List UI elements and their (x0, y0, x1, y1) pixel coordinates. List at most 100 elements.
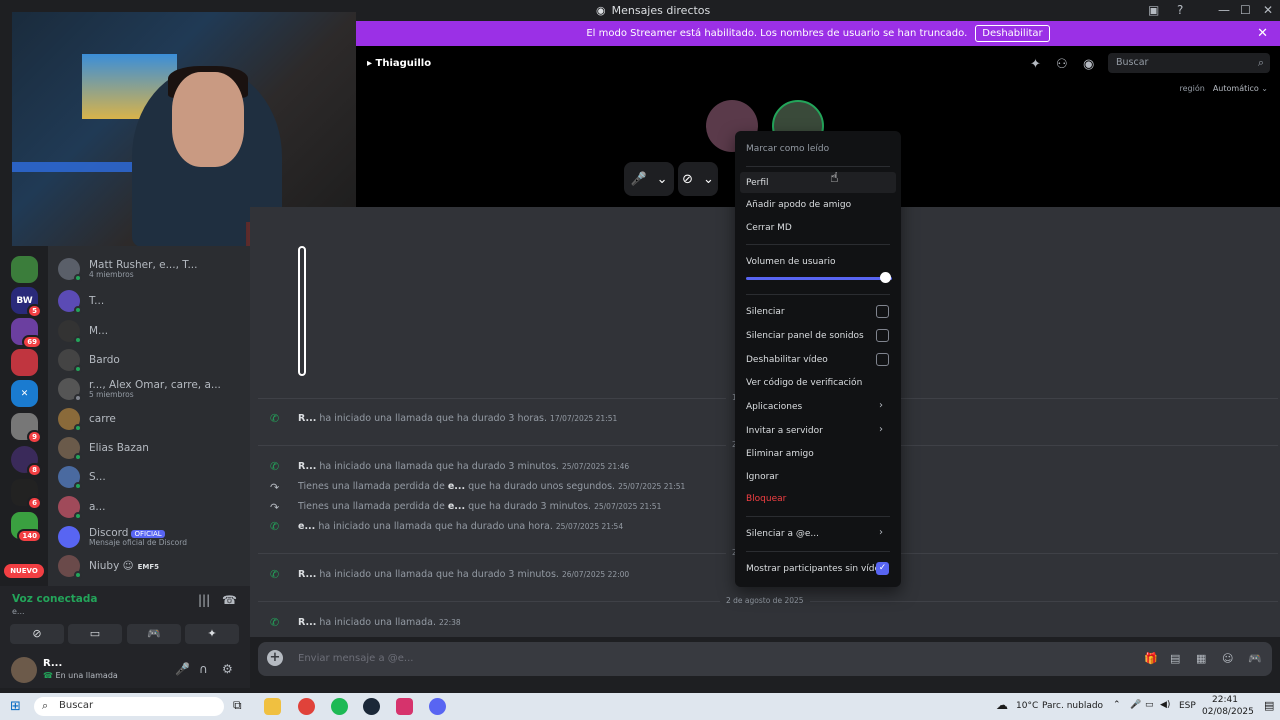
menu-verify-code[interactable]: Ver código de verificación (746, 378, 862, 388)
server-icon[interactable]: BW 5 (11, 287, 42, 318)
disconnect-icon[interactable]: ☎ (222, 593, 237, 607)
chevron-right-icon: › (879, 400, 883, 411)
instagram-icon[interactable] (396, 698, 413, 715)
show-participants-checkbox[interactable]: ✓ (876, 562, 889, 575)
volume-slider-handle[interactable] (880, 272, 891, 283)
soundboard-button[interactable]: ✦ (185, 624, 239, 644)
help-icon[interactable]: ? (1177, 3, 1183, 17)
dm-item[interactable]: r..., Alex Omar, carre, a... 5 miembros (58, 376, 221, 402)
server-icon[interactable]: ✕ (11, 380, 38, 407)
region-selector[interactable]: región Automático ⌄ (1180, 84, 1268, 93)
user-volume-slider[interactable] (746, 277, 892, 280)
menu-ignore[interactable]: Ignorar (746, 472, 779, 482)
maximize-button[interactable]: ☐ (1240, 3, 1251, 17)
microphone-icon[interactable]: 🎤 (1130, 700, 1141, 710)
weather-temp: 10°C (1016, 701, 1039, 711)
settings-gear-icon[interactable]: ⚙ (222, 662, 233, 676)
windows-start-icon[interactable]: ⊞ (10, 699, 21, 714)
microphone-icon[interactable]: 🎤 (175, 662, 190, 676)
discord-icon (58, 526, 80, 548)
disable-video-checkbox[interactable] (876, 353, 889, 366)
dm-item[interactable]: Matt Rusher, e..., T... 4 miembros (58, 256, 197, 282)
dm-item[interactable]: Niuby ☺ EMF5 (58, 553, 159, 579)
dm-item[interactable]: M... (58, 318, 108, 344)
menu-profile[interactable]: Perfil (740, 172, 896, 193)
dm-item[interactable]: carre (58, 406, 116, 432)
server-icon[interactable]: 140 (11, 512, 42, 543)
disable-streamer-button[interactable]: Deshabilitar (975, 25, 1050, 42)
dm-item[interactable]: a... (58, 494, 105, 520)
volume-icon[interactable]: ◀) (1160, 700, 1170, 710)
server-icon[interactable]: 9 (11, 413, 42, 444)
menu-close-dm[interactable]: Cerrar MD (746, 223, 792, 233)
dm-item[interactable]: Elias Bazan (58, 435, 149, 461)
gift-icon[interactable]: 🎁 (1144, 652, 1158, 665)
notification-icon[interactable]: ▤ (1264, 699, 1274, 712)
menu-mute[interactable]: Silenciar (746, 307, 785, 317)
scrollbar[interactable] (298, 246, 306, 376)
mute-checkbox[interactable] (876, 305, 889, 318)
menu-apps[interactable]: Aplicaciones (746, 402, 802, 412)
language-indicator[interactable]: ESP (1179, 701, 1196, 711)
server-icon[interactable] (11, 349, 38, 376)
server-icon[interactable]: 8 (11, 446, 42, 477)
apps-icon[interactable]: 🎮 (1248, 652, 1262, 665)
dm-name: Elias Bazan (89, 441, 149, 454)
dm-item[interactable]: S... (58, 464, 106, 490)
menu-invite-server[interactable]: Invitar a servidor (746, 426, 823, 436)
minimize-button[interactable]: — (1218, 3, 1230, 17)
discord-icon[interactable] (429, 698, 446, 715)
clock-time[interactable]: 22:41 (1212, 695, 1238, 705)
menu-disable-video[interactable]: Deshabilitar vídeo (746, 355, 828, 365)
activities-button[interactable]: 🎮 (127, 624, 181, 644)
headphones-icon[interactable]: ∩ (199, 662, 208, 676)
close-banner-icon[interactable]: ✕ (1257, 26, 1268, 41)
close-window-button[interactable]: ✕ (1263, 3, 1273, 17)
menu-mark-read[interactable]: Marcar como leído (746, 144, 829, 154)
camera-off-button[interactable]: ⊘ (10, 624, 64, 644)
search-input[interactable]: Buscar ⌕ (1108, 53, 1270, 73)
server-icon[interactable]: 6 (11, 479, 42, 510)
new-servers-pill[interactable]: NUEVO (4, 564, 44, 578)
menu-remove-friend[interactable]: Eliminar amigo (746, 449, 814, 459)
noise-suppression-icon[interactable]: ||| (198, 593, 210, 607)
avatar[interactable] (11, 657, 37, 683)
server-icon[interactable] (11, 256, 38, 283)
message-input[interactable]: Enviar mensaje a @e... (298, 653, 413, 664)
inbox-icon[interactable]: ▣ (1148, 3, 1159, 17)
menu-mute-soundboard[interactable]: Silenciar panel de sonidos (746, 331, 864, 341)
mute-button[interactable]: 🎤 ⌄ (624, 162, 674, 196)
add-friends-icon[interactable]: ⚇ (1056, 57, 1068, 72)
clock-date[interactable]: 02/08/2025 (1202, 707, 1254, 717)
gif-icon[interactable]: ▤ (1170, 652, 1180, 665)
chrome-icon[interactable] (298, 698, 315, 715)
taskbar-search[interactable]: ⌕ Buscar (34, 697, 224, 716)
mute-soundboard-checkbox[interactable] (876, 329, 889, 342)
steam-icon[interactable] (363, 698, 380, 715)
share-screen-button[interactable]: ▭ (68, 624, 122, 644)
video-toggle-button[interactable]: ⊘ ⌄ (678, 162, 718, 196)
spotify-icon[interactable] (331, 698, 348, 715)
chevron-up-icon[interactable]: ⌃ (1113, 700, 1121, 710)
server-icon[interactable]: 69 (11, 318, 42, 349)
file-explorer-icon[interactable] (264, 698, 281, 715)
menu-show-participants[interactable]: Mostrar participantes sin vídeo (746, 564, 886, 574)
dm-item[interactable]: T... (58, 288, 104, 314)
dm-item[interactable]: Bardo (58, 347, 120, 373)
emoji-icon[interactable]: ☺ (1222, 652, 1233, 665)
network-icon[interactable]: ▭ (1145, 700, 1154, 710)
menu-block[interactable]: Bloquear (746, 494, 786, 504)
pin-icon[interactable]: ✦ (1030, 57, 1041, 72)
server-badge: 9 (27, 430, 42, 444)
menu-mute-user[interactable]: Silenciar a @e... (746, 529, 819, 539)
user-profile-icon[interactable]: ◉ (1083, 57, 1094, 72)
call-message: R... ha iniciado una llamada que ha dura… (298, 413, 618, 424)
menu-add-nickname[interactable]: Añadir apodo de amigo (746, 200, 851, 210)
message-composer[interactable]: + Enviar mensaje a @e... 🎁 ▤ ▦ ☺ 🎮 (258, 642, 1272, 676)
task-view-icon[interactable]: ⧉ (233, 698, 242, 713)
sticker-icon[interactable]: ▦ (1196, 652, 1206, 665)
server-badge: 8 (27, 463, 42, 477)
add-attachment-icon[interactable]: + (267, 650, 283, 666)
dm-item[interactable]: Discord OFICIAL Mensaje oficial de Discord (58, 524, 187, 550)
avatar (58, 378, 82, 402)
